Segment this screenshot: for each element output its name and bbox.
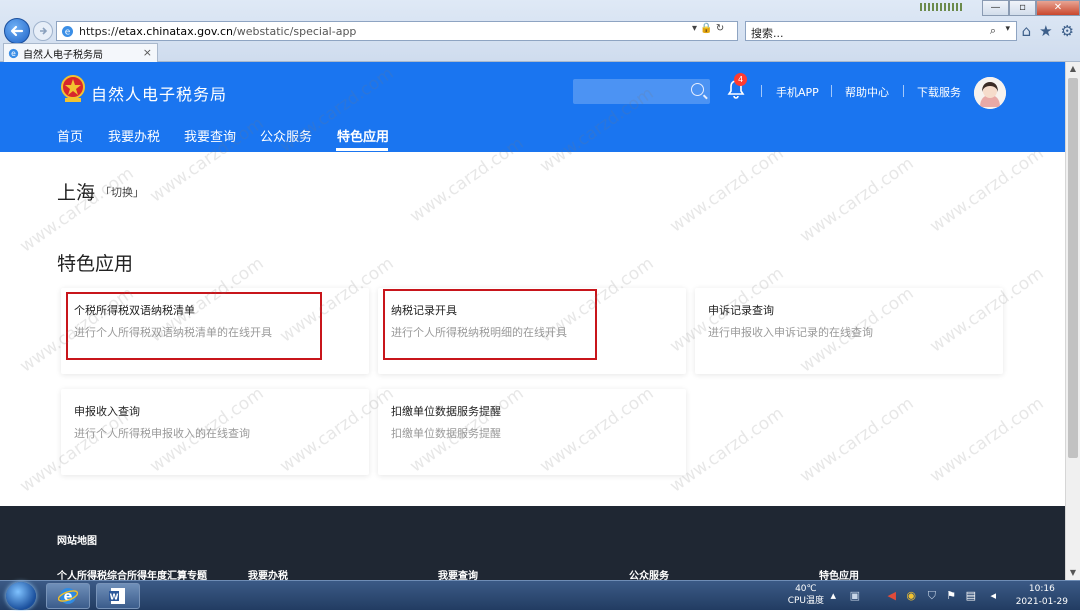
- nav-public-service[interactable]: 公众服务: [260, 126, 312, 145]
- star-icon[interactable]: ★: [1039, 22, 1052, 40]
- close-tab-icon[interactable]: ×: [143, 46, 152, 59]
- scroll-down-icon[interactable]: ▼: [1066, 566, 1080, 580]
- svg-text:e: e: [11, 49, 16, 58]
- url-scheme: https://: [79, 24, 119, 38]
- nav-home[interactable]: 首页: [57, 126, 83, 145]
- site-header: 自然人电子税务局 4 手机APP 帮助中心 下载服务 首页 我要办税 我要查询 …: [0, 62, 1065, 152]
- tray-volume-app-icon[interactable]: ◀: [888, 589, 896, 602]
- loading-indicator: [920, 3, 962, 11]
- cpu-temp-label: CPU温度: [787, 596, 824, 606]
- svg-text:W: W: [110, 593, 119, 602]
- ie-icon: e: [62, 25, 73, 37]
- network-icon[interactable]: ▤: [966, 589, 976, 602]
- ie-icon: e: [8, 48, 19, 58]
- app-card-title: 申诉记录查询: [708, 304, 774, 317]
- app-card-desc: 进行申报收入申诉记录的在线查询: [708, 326, 873, 339]
- app-card-desc: 进行个人所得税申报收入的在线查询: [74, 427, 250, 440]
- nav-query[interactable]: 我要查询: [184, 126, 236, 145]
- notification-badge: 4: [734, 73, 747, 86]
- system-tray: 40℃ CPU温度 ▴ ▣ ◀ ◉ ⛉ ⚑ ▤ ◂ 10:16 2021-01-…: [760, 581, 1080, 611]
- browser-chrome: — ▫ ✕ e https://etax.chinatax.gov.cn/web…: [0, 0, 1080, 62]
- address-tools[interactable]: ▾ 🔒 ↻: [692, 23, 724, 34]
- app-card[interactable]: 申诉记录查询 进行申报收入申诉记录的在线查询: [695, 288, 1003, 374]
- forward-button[interactable]: [33, 21, 53, 41]
- cpu-temp-widget[interactable]: 40℃ CPU温度: [788, 583, 824, 607]
- app-card-title: 扣缴单位数据服务提醒: [391, 405, 501, 418]
- url-host: etax.chinatax.gov.cn: [118, 24, 233, 38]
- help-center-link[interactable]: 帮助中心: [845, 84, 889, 100]
- main-content: 上海 「切换」 特色应用 个税所得税双语纳税清单 进行个人所得税双语纳税清单的在…: [0, 152, 1065, 506]
- site-search-input[interactable]: [573, 79, 710, 104]
- close-window-button[interactable]: ✕: [1036, 0, 1080, 16]
- clock-date: 2021-01-29: [1015, 597, 1068, 607]
- region-switch-link[interactable]: 「切换」: [100, 184, 144, 200]
- tray-app-icon[interactable]: ▣: [850, 589, 860, 602]
- search-icon[interactable]: [691, 83, 704, 96]
- nav-tax-handling[interactable]: 我要办税: [108, 126, 160, 145]
- address-bar[interactable]: e https://etax.chinatax.gov.cn/webstatic…: [56, 21, 738, 41]
- app-card[interactable]: 扣缴单位数据服务提醒 扣缴单位数据服务提醒: [378, 389, 686, 475]
- main-nav: 首页 我要办税 我要查询 公众服务 特色应用: [0, 124, 1065, 152]
- header-divider: [761, 85, 762, 97]
- download-service-link[interactable]: 下载服务: [917, 84, 961, 100]
- svg-text:e: e: [65, 27, 71, 37]
- taskbar-word-button[interactable]: W: [96, 583, 140, 609]
- back-button[interactable]: [4, 18, 30, 44]
- search-icon[interactable]: ⌕: [990, 24, 996, 38]
- app-card-desc: 扣缴单位数据服务提醒: [391, 427, 501, 440]
- tax-emblem-icon: [61, 75, 85, 102]
- maximize-button[interactable]: ▫: [1009, 0, 1036, 16]
- browser-tab[interactable]: e 自然人电子税务局 ×: [3, 43, 158, 62]
- arrow-left-icon: [10, 25, 24, 37]
- tray-security-icon[interactable]: ◉: [906, 589, 916, 602]
- arrow-right-icon: [40, 27, 48, 35]
- nav-active-indicator: [336, 148, 388, 151]
- taskbar-ie-button[interactable]: e: [46, 583, 90, 609]
- header-divider: [903, 85, 904, 97]
- page-scrollbar[interactable]: ▲ ▼: [1065, 62, 1080, 580]
- tab-title: 自然人电子税务局: [23, 49, 103, 61]
- header-divider: [831, 85, 832, 97]
- minimize-button[interactable]: —: [982, 0, 1009, 16]
- user-avatar[interactable]: [974, 77, 1006, 109]
- section-title: 特色应用: [57, 253, 134, 275]
- browser-toolbar-icons: ⌂ ★ ⚙: [1022, 22, 1074, 40]
- ie-icon: e: [58, 588, 78, 605]
- site-title[interactable]: 自然人电子税务局: [91, 81, 227, 105]
- system-clock[interactable]: 10:16 2021-01-29: [1016, 583, 1068, 609]
- browser-search-input[interactable]: 搜索... ⌕ ▾: [745, 21, 1017, 41]
- shield-icon[interactable]: ⛉: [928, 589, 936, 603]
- gear-icon[interactable]: ⚙: [1061, 22, 1074, 40]
- chevron-down-icon[interactable]: ▾: [1005, 24, 1010, 34]
- app-card[interactable]: 申报收入查询 进行个人所得税申报收入的在线查询: [61, 389, 369, 475]
- user-avatar-icon: [974, 77, 1006, 109]
- windows-taskbar: e W 40℃ CPU温度 ▴ ▣ ◀ ◉ ⛉ ⚑ ▤ ◂ 10:16 2021…: [0, 580, 1080, 610]
- site-map-title: 网站地图: [57, 536, 97, 547]
- chevron-up-icon[interactable]: ▴: [830, 589, 836, 602]
- home-icon[interactable]: ⌂: [1022, 22, 1032, 40]
- cpu-temp-value: 40℃: [795, 584, 817, 594]
- highlight-box: [383, 289, 597, 360]
- nav-special-apps[interactable]: 特色应用: [337, 126, 389, 145]
- highlight-box: [66, 292, 322, 360]
- mobile-app-link[interactable]: 手机APP: [776, 84, 819, 100]
- flag-icon[interactable]: ⚑: [946, 589, 956, 602]
- scrollbar-thumb[interactable]: [1068, 78, 1078, 458]
- scroll-up-icon[interactable]: ▲: [1066, 62, 1080, 76]
- clock-time: 10:16: [1028, 584, 1055, 594]
- browser-search-placeholder: 搜索...: [751, 27, 784, 40]
- start-button[interactable]: [6, 582, 36, 610]
- window-controls: — ▫ ✕: [982, 0, 1080, 16]
- volume-icon[interactable]: ◂: [990, 589, 996, 602]
- url-path: /webstatic/special-app: [233, 24, 357, 38]
- word-icon: W: [109, 588, 125, 604]
- app-card-title: 申报收入查询: [74, 405, 140, 418]
- site-footer: 网站地图 个人所得税综合所得年度汇算专题 我要办税 我要查询 公众服务 特色应用: [0, 506, 1065, 582]
- region-name: 上海: [57, 182, 96, 204]
